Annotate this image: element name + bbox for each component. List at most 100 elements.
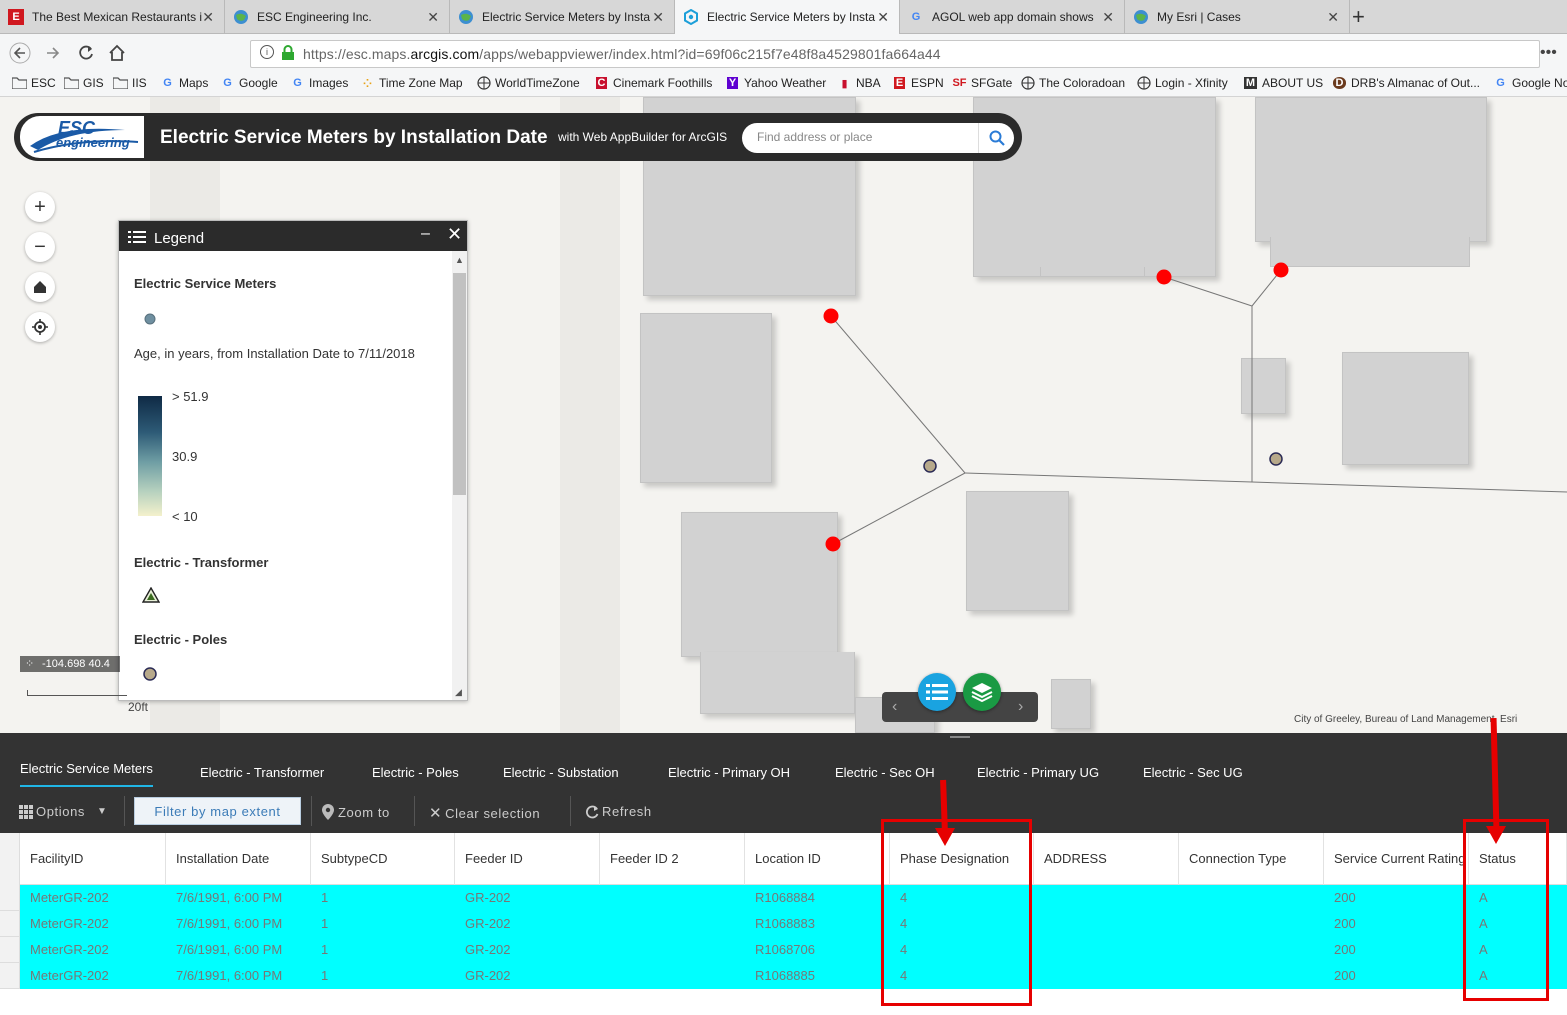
bookmark-item[interactable]: ESC bbox=[12, 76, 56, 90]
column-header[interactable]: Service Current Rating bbox=[1324, 833, 1469, 885]
table-cell: 7/6/1991, 6:00 PM bbox=[176, 942, 283, 957]
browser-tab-active[interactable]: Electric Service Meters by Insta ✕ bbox=[675, 0, 900, 35]
column-header[interactable]: Connection Type bbox=[1179, 833, 1324, 885]
browser-tab[interactable]: E The Best Mexican Restaurants i ✕ bbox=[0, 0, 225, 34]
close-icon[interactable]: ✕ bbox=[1102, 9, 1114, 26]
column-header[interactable]: Installation Date bbox=[166, 833, 311, 885]
zoom-to-button[interactable]: Zoom to bbox=[322, 804, 390, 820]
refresh-button[interactable]: Refresh bbox=[585, 804, 652, 819]
table-row[interactable]: MeterGR-202 7/6/1991, 6:00 PM 1 GR-202 R1068… bbox=[20, 911, 1567, 937]
bookmark-item[interactable]: D DRB's Almanac of Out... bbox=[1332, 76, 1480, 90]
layer-tab[interactable]: Electric - Transformer bbox=[200, 765, 324, 780]
row-selector[interactable] bbox=[0, 885, 20, 911]
folder-icon bbox=[12, 76, 27, 90]
service-meter-point bbox=[823, 308, 839, 324]
url-domain: arcgis.com bbox=[410, 46, 480, 62]
table-row[interactable]: MeterGR-202 7/6/1991, 6:00 PM 1 GR-202 R1068… bbox=[20, 937, 1567, 963]
row-selector[interactable] bbox=[0, 911, 20, 937]
legend-widget-button[interactable] bbox=[918, 673, 956, 711]
close-icon[interactable]: ✕ bbox=[427, 9, 439, 26]
column-header[interactable]: SubtypeCD bbox=[311, 833, 455, 885]
tray-next-icon[interactable]: › bbox=[1018, 698, 1023, 716]
bookmark-item[interactable]: SF SFGate bbox=[952, 76, 1012, 90]
new-tab-icon[interactable]: + bbox=[1352, 4, 1365, 30]
select-all-cell[interactable] bbox=[0, 833, 20, 885]
browser-tab[interactable]: Electric Service Meters by Insta ✕ bbox=[450, 0, 675, 34]
bookmark-item[interactable]: G Images bbox=[290, 76, 348, 90]
coordinate-readout[interactable]: ⁘ -104.698 40.4 bbox=[20, 656, 120, 672]
bookmark-item[interactable]: C Cinemark Foothills bbox=[594, 76, 712, 90]
column-header[interactable]: Feeder ID bbox=[455, 833, 600, 885]
column-header[interactable]: Location ID bbox=[745, 833, 890, 885]
table-row[interactable]: MeterGR-202 7/6/1991, 6:00 PM 1 GR-202 R1068… bbox=[20, 963, 1567, 989]
globe-icon bbox=[233, 9, 249, 25]
browser-tab[interactable]: ESC Engineering Inc. ✕ bbox=[225, 0, 450, 34]
layer-tab[interactable]: Electric Service Meters bbox=[20, 761, 153, 787]
close-icon[interactable]: ✕ bbox=[652, 9, 664, 26]
bookmark-item[interactable]: G Maps bbox=[160, 76, 208, 90]
close-icon[interactable]: ✕ bbox=[202, 9, 214, 26]
browser-tab[interactable]: G AGOL web app domain shows ✕ bbox=[900, 0, 1125, 34]
close-icon[interactable]: ✕ bbox=[447, 224, 462, 245]
legend-title: Legend bbox=[154, 230, 205, 247]
layer-tab[interactable]: Electric - Poles bbox=[372, 765, 459, 780]
column-header[interactable]: FacilityID bbox=[20, 833, 166, 885]
lock-icon[interactable] bbox=[281, 45, 295, 66]
bookmark-item[interactable]: M ABOUT US bbox=[1243, 76, 1323, 90]
column-header[interactable]: Feeder ID 2 bbox=[600, 833, 745, 885]
bookmark-label: IIS bbox=[132, 76, 147, 90]
column-header[interactable]: ADDRESS bbox=[1034, 833, 1179, 885]
search-button[interactable] bbox=[978, 123, 1014, 153]
legend-scrollbar-thumb[interactable] bbox=[453, 273, 466, 495]
filter-by-extent-button[interactable]: Filter by map extent bbox=[134, 797, 301, 825]
browser-tab[interactable]: My Esri | Cases ✕ bbox=[1125, 0, 1350, 34]
close-icon[interactable]: ✕ bbox=[1327, 9, 1339, 26]
bookmark-label: Login - Xfinity bbox=[1155, 76, 1228, 90]
bookmark-item[interactable]: ▮ NBA bbox=[837, 76, 880, 90]
home-icon[interactable] bbox=[105, 41, 129, 65]
zoom-in-button[interactable]: + bbox=[25, 192, 55, 222]
clear-selection-button[interactable]: ✕ Clear selection bbox=[429, 804, 540, 822]
panel-resize-handle[interactable] bbox=[950, 736, 970, 738]
info-icon[interactable]: i bbox=[260, 45, 274, 59]
scroll-up-icon[interactable]: ▲ bbox=[455, 255, 464, 265]
resize-handle-icon[interactable]: ◢ bbox=[455, 687, 462, 698]
google-icon: G bbox=[911, 11, 921, 23]
forward-icon[interactable] bbox=[41, 41, 65, 65]
bookmark-item[interactable]: WorldTimeZone bbox=[476, 76, 580, 90]
table-cell bbox=[600, 885, 745, 911]
bookmark-item[interactable]: G Google bbox=[220, 76, 277, 90]
layer-tab[interactable]: Electric - Primary UG bbox=[977, 765, 1099, 780]
bookmark-item[interactable]: IIS bbox=[113, 76, 147, 90]
bookmark-item[interactable]: E ESPN bbox=[892, 76, 944, 90]
legend-header[interactable]: Legend – ✕ bbox=[119, 221, 467, 251]
layer-tab[interactable]: Electric - Sec UG bbox=[1143, 765, 1243, 780]
bookmark-label: The Coloradoan bbox=[1039, 76, 1126, 90]
my-location-button[interactable] bbox=[25, 312, 55, 342]
back-icon[interactable] bbox=[8, 41, 32, 65]
options-label: Options bbox=[36, 804, 86, 819]
options-button[interactable]: Options ▼ bbox=[19, 804, 108, 819]
layer-tab[interactable]: Electric - Substation bbox=[503, 765, 619, 780]
bookmark-item[interactable]: Y Yahoo Weather bbox=[725, 76, 826, 90]
layer-tab[interactable]: Electric - Primary OH bbox=[668, 765, 790, 780]
zoom-to-label: Zoom to bbox=[338, 804, 390, 820]
row-selector[interactable] bbox=[0, 937, 20, 963]
bookmark-item[interactable]: G Google No bbox=[1493, 76, 1567, 90]
bookmark-item[interactable]: ⁘ Time Zone Map bbox=[360, 76, 463, 90]
close-icon[interactable]: ✕ bbox=[877, 9, 889, 26]
bookmark-item[interactable]: The Coloradoan bbox=[1020, 76, 1125, 90]
minimize-icon[interactable]: – bbox=[421, 225, 430, 243]
table-row[interactable]: MeterGR-202 7/6/1991, 6:00 PM 1 GR-202 R1068… bbox=[20, 885, 1567, 911]
bookmark-item[interactable]: Login - Xfinity bbox=[1136, 76, 1228, 90]
toolbar-divider bbox=[570, 796, 571, 826]
reload-icon[interactable] bbox=[74, 41, 98, 65]
row-selector[interactable] bbox=[0, 963, 20, 989]
zoom-out-button[interactable]: − bbox=[25, 232, 55, 262]
layer-tab[interactable]: Electric - Sec OH bbox=[835, 765, 935, 780]
bookmark-item[interactable]: GIS bbox=[64, 76, 104, 90]
default-extent-button[interactable] bbox=[25, 272, 55, 302]
page-actions-icon[interactable]: ••• bbox=[1540, 44, 1557, 62]
tray-prev-icon[interactable]: ‹ bbox=[892, 698, 897, 716]
layer-list-widget-button[interactable] bbox=[963, 673, 1001, 711]
